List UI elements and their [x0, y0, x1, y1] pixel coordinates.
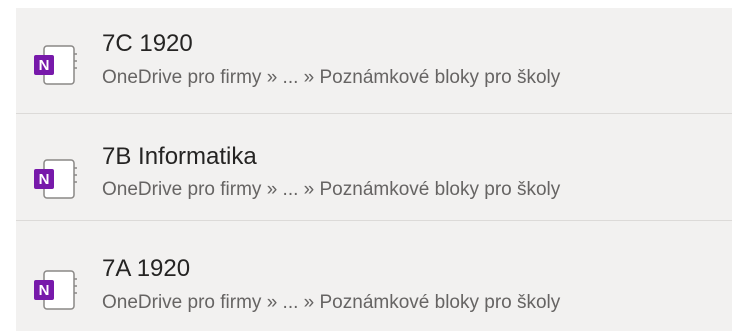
notebook-path: OneDrive pro firmy » ... » Poznámkové bl…: [102, 67, 561, 88]
notebook-title: 7B Informatika: [102, 143, 257, 170]
list-item[interactable]: N 7A 1920 OneDrive pro firmy » ... » Poz…: [16, 229, 732, 335]
list-item[interactable]: N 7B Informatika OneDrive pro firmy » ..…: [16, 115, 732, 221]
onenote-notebook-icon: N: [30, 158, 82, 202]
notebook-path: OneDrive pro firmy » ... » Poznámkové bl…: [102, 179, 561, 200]
list-item[interactable]: N 7C 1920 OneDrive pro firmy » ... » Poz…: [16, 8, 732, 114]
svg-text:N: N: [39, 282, 50, 299]
svg-text:N: N: [39, 57, 50, 74]
notebook-title: 7C 1920: [102, 30, 193, 57]
svg-text:N: N: [39, 171, 50, 188]
onenote-notebook-icon: N: [30, 269, 82, 313]
onenote-notebook-icon: N: [30, 44, 82, 88]
recent-notebooks-list: N 7C 1920 OneDrive pro firmy » ... » Poz…: [16, 8, 732, 331]
notebook-title: 7A 1920: [102, 255, 191, 282]
notebook-path: OneDrive pro firmy » ... » Poznámkové bl…: [102, 292, 561, 313]
